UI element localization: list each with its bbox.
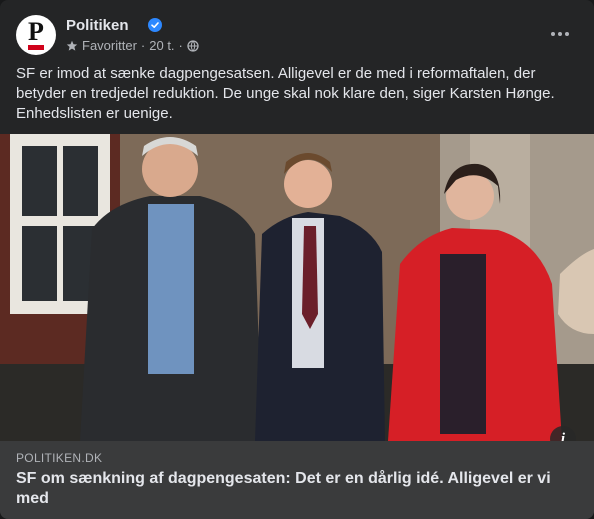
- page-avatar[interactable]: P: [16, 15, 56, 55]
- more-options-icon[interactable]: [546, 20, 574, 48]
- link-preview-caption[interactable]: POLITIKEN.DK SF om sænkning af dagpenges…: [0, 441, 594, 519]
- meta-separator-2: ·: [178, 38, 183, 53]
- post-card: P Politiken Favoritter · 20 t. · SF er i…: [0, 0, 594, 519]
- link-preview-image[interactable]: [0, 134, 594, 441]
- verified-badge-icon: [148, 18, 162, 32]
- globe-icon: [187, 39, 199, 52]
- photo-illustration: [0, 134, 594, 441]
- post-message: SF er imod at sænke dagpengesatsen. Alli…: [16, 65, 555, 122]
- meta-separator: ·: [140, 38, 146, 53]
- link-domain: POLITIKEN.DK: [16, 451, 103, 465]
- post-header: P Politiken Favoritter · 20 t. ·: [16, 14, 578, 58]
- avatar-red-bar: [28, 45, 44, 50]
- link-headline[interactable]: SF om sænkning af dagpengesaten: Det er …: [16, 469, 576, 509]
- star-icon: [66, 40, 78, 51]
- post-timestamp[interactable]: 20 t.: [149, 38, 174, 53]
- avatar-letter: P: [28, 17, 44, 46]
- favorites-label[interactable]: Favoritter: [82, 38, 137, 53]
- page-name-link[interactable]: Politiken: [66, 17, 129, 34]
- post-meta: Favoritter · 20 t. ·: [66, 38, 199, 53]
